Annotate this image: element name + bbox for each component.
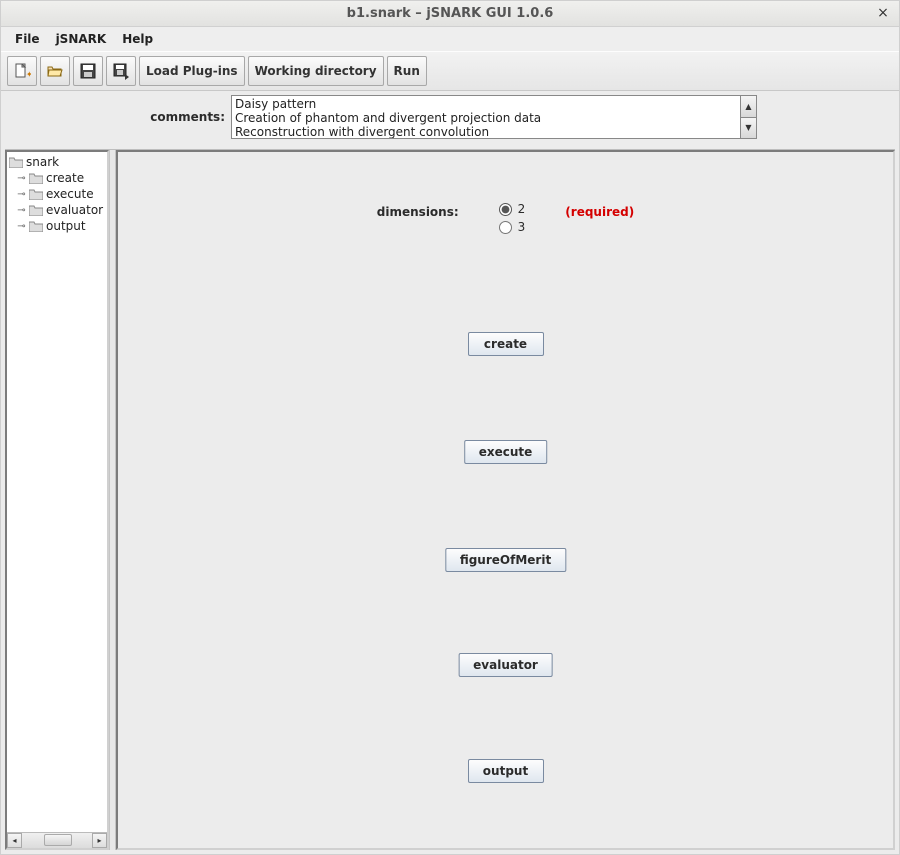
scroll-track[interactable] — [22, 833, 92, 848]
tree-label: create — [46, 171, 84, 185]
sidebar-hscroll[interactable]: ◂ ▸ — [7, 832, 107, 848]
scroll-thumb[interactable] — [44, 834, 72, 846]
content-split: snark ⊸ create ⊸ execute ⊸ evaluator — [5, 149, 895, 850]
tree-expand-icon[interactable]: ⊸ — [17, 173, 26, 184]
figure-of-merit-button[interactable]: figureOfMerit — [445, 548, 566, 572]
new-file-icon: ✦ — [13, 62, 31, 80]
new-file-button[interactable]: ✦ — [7, 56, 37, 86]
save-as-button[interactable] — [106, 56, 136, 86]
comments-scroll: ▲ ▼ — [741, 95, 757, 139]
radio-label: 3 — [518, 220, 526, 234]
menu-jsnark[interactable]: jSNARK — [48, 30, 115, 48]
comments-row: comments: Daisy pattern Creation of phan… — [1, 91, 899, 145]
menu-file[interactable]: File — [7, 30, 48, 48]
tree-label: execute — [46, 187, 94, 201]
scroll-left-icon[interactable]: ◂ — [7, 833, 22, 848]
titlebar: b1.snark – jSNARK GUI 1.0.6 × — [1, 1, 899, 27]
load-plugins-button[interactable]: Load Plug-ins — [139, 56, 245, 86]
output-button[interactable]: output — [468, 759, 544, 783]
radio-dim-2[interactable]: 2 — [499, 202, 526, 216]
folder-open-icon — [46, 62, 64, 80]
required-label: (required) — [565, 202, 634, 219]
floppy-arrow-icon — [112, 62, 130, 80]
folder-icon — [29, 205, 43, 216]
tree-node-output[interactable]: ⊸ output — [7, 218, 107, 234]
scroll-down-icon[interactable]: ▼ — [741, 118, 756, 139]
execute-button[interactable]: execute — [464, 440, 548, 464]
radio-input-2[interactable] — [499, 203, 512, 216]
comments-line: Daisy pattern — [235, 97, 737, 111]
folder-icon — [29, 173, 43, 184]
radio-dim-3[interactable]: 3 — [499, 220, 526, 234]
scroll-right-icon[interactable]: ▸ — [92, 833, 107, 848]
menubar: File jSNARK Help — [1, 27, 899, 51]
close-icon[interactable]: × — [875, 5, 891, 21]
run-button[interactable]: Run — [387, 56, 427, 86]
create-button[interactable]: create — [468, 332, 544, 356]
dimensions-radios: 2 3 — [499, 202, 526, 234]
svg-text:✦: ✦ — [26, 70, 31, 79]
tree-root-label: snark — [26, 155, 59, 169]
tree-node-create[interactable]: ⊸ create — [7, 170, 107, 186]
tree: snark ⊸ create ⊸ execute ⊸ evaluator — [7, 152, 107, 832]
menu-help[interactable]: Help — [114, 30, 161, 48]
tree-expand-icon[interactable]: ⊸ — [17, 221, 26, 232]
folder-icon — [9, 157, 23, 168]
sidebar: snark ⊸ create ⊸ execute ⊸ evaluator — [5, 150, 109, 850]
tree-label: evaluator — [46, 203, 103, 217]
tree-expand-icon[interactable]: ⊸ — [17, 205, 26, 216]
working-directory-button[interactable]: Working directory — [248, 56, 384, 86]
open-button[interactable] — [40, 56, 70, 86]
comments-line: Creation of phantom and divergent projec… — [235, 111, 737, 125]
main-panel: dimensions: 2 3 (required) create execut… — [116, 150, 895, 850]
radio-label: 2 — [518, 202, 526, 216]
folder-icon — [29, 221, 43, 232]
dimensions-row: dimensions: 2 3 (required) — [118, 202, 893, 234]
application-window: b1.snark – jSNARK GUI 1.0.6 × File jSNAR… — [0, 0, 900, 855]
folder-icon — [29, 189, 43, 200]
comments-textarea[interactable]: Daisy pattern Creation of phantom and di… — [231, 95, 741, 139]
comments-line: Reconstruction with divergent convolutio… — [235, 125, 737, 139]
evaluator-button[interactable]: evaluator — [458, 653, 553, 677]
scroll-up-icon[interactable]: ▲ — [741, 96, 756, 118]
split-divider[interactable] — [109, 150, 116, 850]
tree-node-evaluator[interactable]: ⊸ evaluator — [7, 202, 107, 218]
save-button[interactable] — [73, 56, 103, 86]
tree-node-execute[interactable]: ⊸ execute — [7, 186, 107, 202]
dimensions-label: dimensions: — [377, 202, 459, 219]
comments-label: comments: — [9, 110, 231, 124]
tree-root[interactable]: snark — [7, 154, 107, 170]
floppy-icon — [79, 62, 97, 80]
tree-label: output — [46, 219, 86, 233]
tree-expand-icon[interactable]: ⊸ — [17, 189, 26, 200]
toolbar: ✦ Load Plug-ins Working dir — [1, 51, 899, 91]
window-title: b1.snark – jSNARK GUI 1.0.6 — [1, 6, 899, 21]
radio-input-3[interactable] — [499, 221, 512, 234]
